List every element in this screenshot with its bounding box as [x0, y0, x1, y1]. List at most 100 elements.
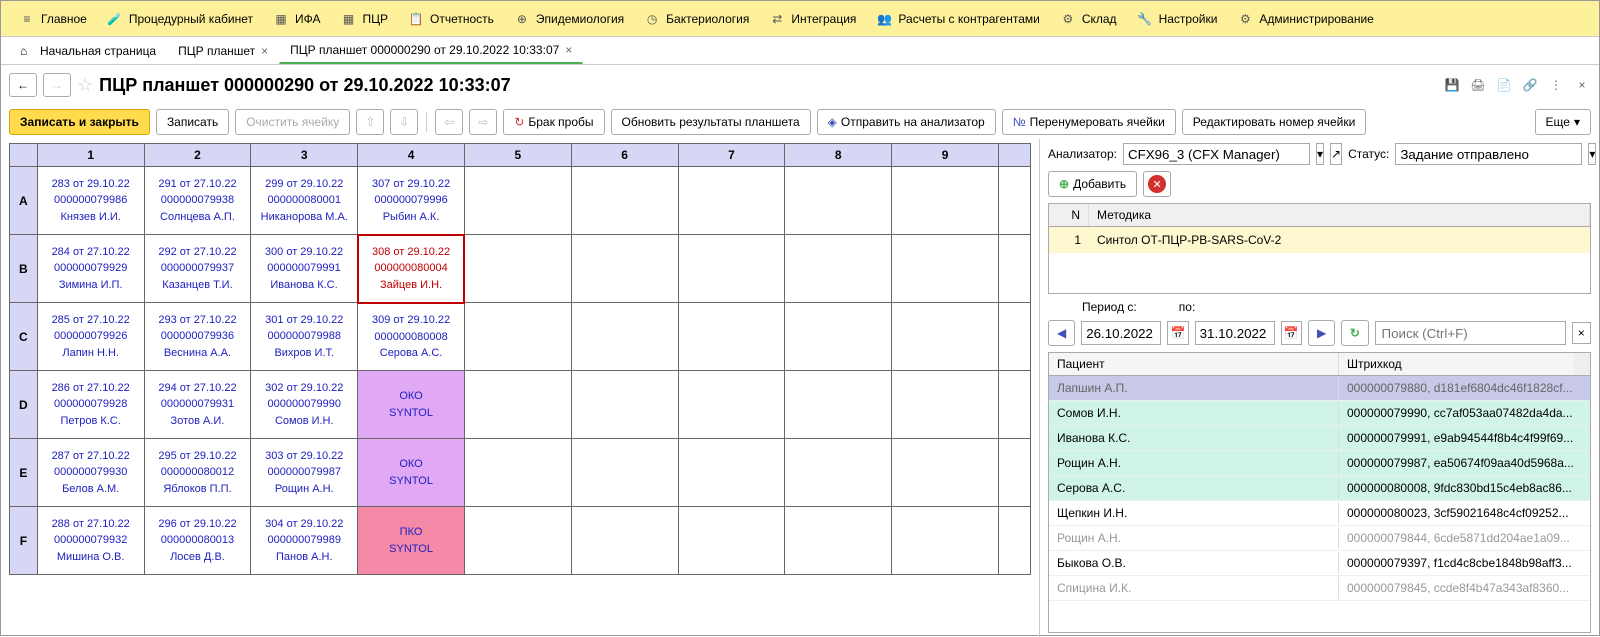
well-C1[interactable]: 285 от 27.10.22000000079926Лапин Н.Н.	[37, 303, 144, 371]
well-B5[interactable]	[464, 235, 571, 303]
print-icon[interactable]: 🖨	[1469, 76, 1487, 94]
search-input[interactable]	[1375, 321, 1566, 345]
well-A5[interactable]	[464, 167, 571, 235]
well-D5[interactable]	[464, 371, 571, 439]
well-C8[interactable]	[785, 303, 892, 371]
well-A1[interactable]: 283 от 29.10.22000000079986Князев И.И.	[37, 167, 144, 235]
col-header[interactable]: 6	[571, 144, 678, 167]
arrow-down-button[interactable]: ⇩	[390, 109, 418, 135]
analyzer-open-button[interactable]: ↗	[1330, 143, 1342, 165]
refresh-patients-button[interactable]: ↻	[1341, 320, 1368, 346]
close-icon[interactable]: ×	[261, 44, 268, 58]
reject-button[interactable]: ↻Брак пробы	[503, 109, 604, 135]
well-E3[interactable]: 303 от 29.10.22000000079987Рощин А.Н.	[251, 439, 358, 507]
well-B8[interactable]	[785, 235, 892, 303]
col-header[interactable]: 9	[892, 144, 999, 167]
well-F4[interactable]: ПКОSYNTOL	[358, 507, 465, 575]
col-header[interactable]: 2	[144, 144, 251, 167]
menu-ifa[interactable]: ▦ИФА	[263, 5, 331, 33]
well-C6[interactable]	[571, 303, 678, 371]
menu-epidemiology[interactable]: ⊕Эпидемиология	[504, 5, 634, 33]
col-header[interactable]: 1	[37, 144, 144, 167]
well-A3[interactable]: 299 от 29.10.22000000080001Никанорова М.…	[251, 167, 358, 235]
well-E6[interactable]	[571, 439, 678, 507]
well-A6[interactable]	[571, 167, 678, 235]
well-A4[interactable]: 307 от 29.10.22000000079996Рыбин А.К.	[358, 167, 465, 235]
well-B4[interactable]: 308 от 29.10.22000000080004Зайцев И.Н.	[358, 235, 465, 303]
kebab-icon[interactable]: ⋮	[1547, 76, 1565, 94]
well-F1[interactable]: 288 от 27.10.22000000079932Мишина О.В.	[37, 507, 144, 575]
report-icon[interactable]: 📄	[1495, 76, 1513, 94]
row-header[interactable]: E	[10, 439, 38, 507]
well-E4[interactable]: ОКОSYNTOL	[358, 439, 465, 507]
menu-integration[interactable]: ⇄Интеграция	[759, 5, 866, 33]
row-header[interactable]: D	[10, 371, 38, 439]
col-header[interactable]: 7	[678, 144, 785, 167]
analyzer-input[interactable]	[1123, 143, 1310, 165]
patient-row[interactable]: Лапшин А.П.000000079880, d181ef6804dc46f…	[1049, 376, 1590, 401]
status-dropdown-button[interactable]: ▾	[1588, 143, 1596, 165]
well-B9[interactable]	[892, 235, 999, 303]
row-header[interactable]: F	[10, 507, 38, 575]
arrow-up-button[interactable]: ⇧	[356, 109, 384, 135]
menu-warehouse[interactable]: ⚙Склад	[1050, 5, 1127, 33]
well-F3[interactable]: 304 от 29.10.22000000079989Панов А.Н.	[251, 507, 358, 575]
star-icon[interactable]: ☆	[77, 75, 93, 96]
well-E1[interactable]: 287 от 27.10.22000000079930Белов А.М.	[37, 439, 144, 507]
patient-row[interactable]: Быкова О.В.000000079397, f1cd4c8cbe1848b…	[1049, 551, 1590, 576]
renumber-button[interactable]: №Перенумеровать ячейки	[1002, 109, 1176, 135]
well-C5[interactable]	[464, 303, 571, 371]
delete-method-button[interactable]: ✕	[1143, 171, 1171, 197]
close-icon[interactable]: ×	[565, 43, 572, 57]
calendar-from-button[interactable]: 📅	[1167, 321, 1188, 345]
well-C3[interactable]: 301 от 29.10.22000000079988Вихров И.Т.	[251, 303, 358, 371]
well-A8[interactable]	[785, 167, 892, 235]
well-C4[interactable]: 309 от 29.10.22000000080008Серова А.С.	[358, 303, 465, 371]
refresh-results-button[interactable]: Обновить результаты планшета	[611, 109, 811, 135]
well-B7[interactable]	[678, 235, 785, 303]
clear-cell-button[interactable]: Очистить ячейку	[235, 109, 350, 135]
col-header[interactable]: 8	[785, 144, 892, 167]
menu-procedure[interactable]: 🧪Процедурный кабинет	[97, 5, 263, 33]
analyzer-dropdown-button[interactable]: ▾	[1316, 143, 1324, 165]
save-button[interactable]: Записать	[156, 109, 229, 135]
period-next-button[interactable]: ▶	[1308, 320, 1335, 346]
row-header[interactable]: B	[10, 235, 38, 303]
well-E2[interactable]: 295 от 29.10.22000000080012Яблоков П.П.	[144, 439, 251, 507]
well-D8[interactable]	[785, 371, 892, 439]
search-clear-button[interactable]: ×	[1572, 322, 1591, 344]
well-E5[interactable]	[464, 439, 571, 507]
patient-row[interactable]: Серова А.С.000000080008, 9fdc830bd15c4eb…	[1049, 476, 1590, 501]
well-D7[interactable]	[678, 371, 785, 439]
more-button[interactable]: Еще ▾	[1535, 109, 1591, 135]
col-header[interactable]: 5	[464, 144, 571, 167]
well-D9[interactable]	[892, 371, 999, 439]
patient-row[interactable]: Иванова К.С.000000079991, e9ab94544f8b4c…	[1049, 426, 1590, 451]
well-B6[interactable]	[571, 235, 678, 303]
well-F6[interactable]	[571, 507, 678, 575]
col-header[interactable]: 4	[358, 144, 465, 167]
well-A2[interactable]: 291 от 27.10.22000000079938Солнцева А.П.	[144, 167, 251, 235]
nav-back-button[interactable]: ←	[9, 73, 37, 97]
well-F7[interactable]	[678, 507, 785, 575]
menu-payments[interactable]: 👥Расчеты с контрагентами	[866, 5, 1049, 33]
menu-pcr[interactable]: ▦ПЦР	[330, 5, 398, 33]
row-header[interactable]: A	[10, 167, 38, 235]
well-F8[interactable]	[785, 507, 892, 575]
menu-settings[interactable]: 🔧Настройки	[1127, 5, 1228, 33]
close-icon[interactable]: ×	[1573, 76, 1591, 94]
period-from-input[interactable]	[1081, 321, 1161, 345]
well-F9[interactable]	[892, 507, 999, 575]
add-method-button[interactable]: ⊕Добавить	[1048, 171, 1137, 197]
tab-pcr-doc[interactable]: ПЦР планшет 000000290 от 29.10.2022 10:3…	[279, 37, 583, 64]
well-C7[interactable]	[678, 303, 785, 371]
well-D2[interactable]: 294 от 27.10.22000000079931Зотов А.И.	[144, 371, 251, 439]
well-F5[interactable]	[464, 507, 571, 575]
edit-cell-number-button[interactable]: Редактировать номер ячейки	[1182, 109, 1367, 135]
well-A9[interactable]	[892, 167, 999, 235]
period-prev-button[interactable]: ◀	[1048, 320, 1075, 346]
patient-row[interactable]: Щепкин И.Н.000000080023, 3cf59021648c4cf…	[1049, 501, 1590, 526]
patient-row[interactable]: Рощин А.Н.000000079987, ea50674f09aa40d5…	[1049, 451, 1590, 476]
menu-reports[interactable]: 📋Отчетность	[398, 5, 504, 33]
menu-admin[interactable]: ⚙Администрирование	[1227, 5, 1383, 33]
